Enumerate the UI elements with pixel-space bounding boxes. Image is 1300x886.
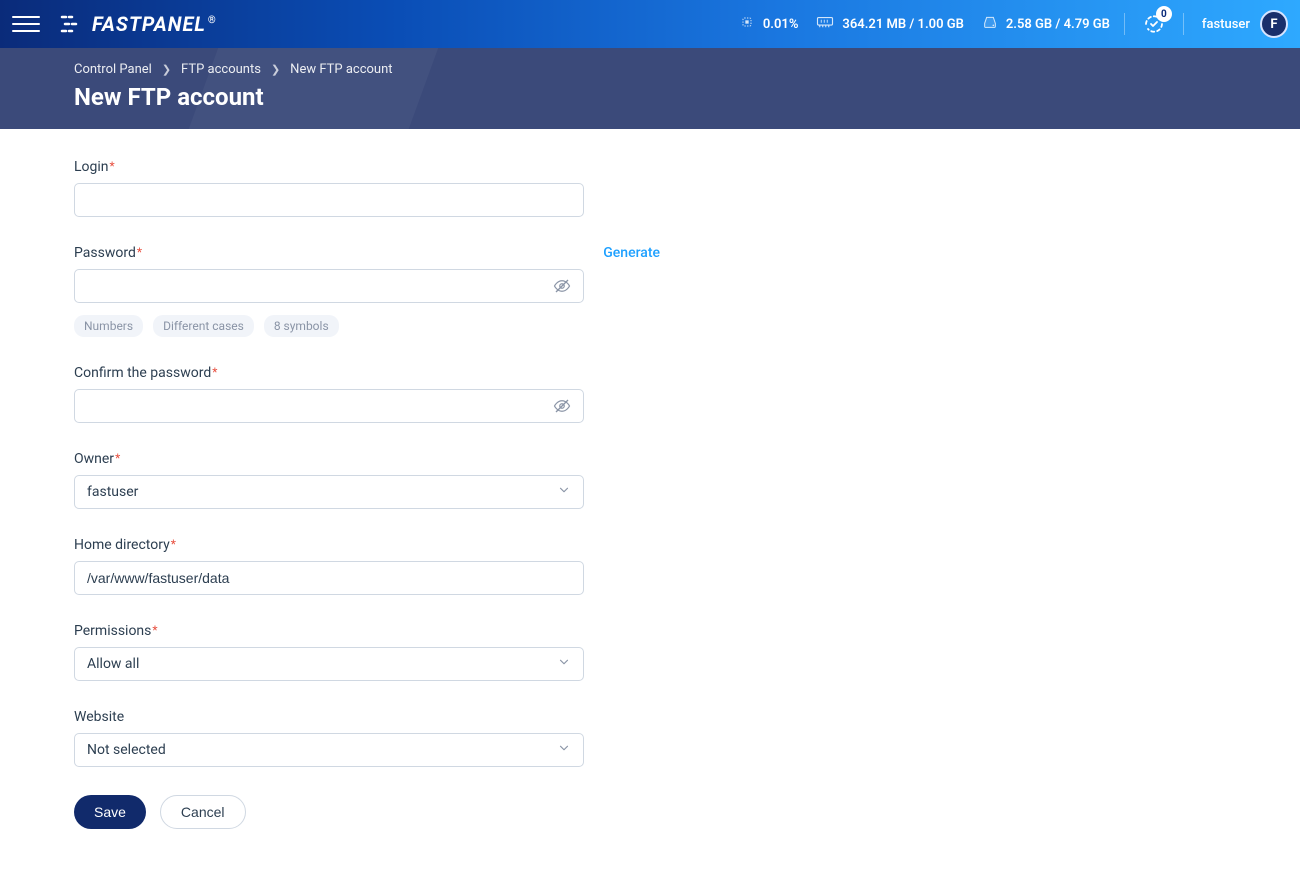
chip-cases: Different cases bbox=[153, 315, 254, 337]
toggle-password-visibility-icon[interactable] bbox=[553, 277, 571, 295]
user-menu[interactable]: fastuser F bbox=[1202, 10, 1288, 38]
chevron-down-icon bbox=[557, 741, 571, 759]
permissions-select[interactable]: Allow all bbox=[74, 647, 584, 681]
memory-value: 364.21 MB / 1.00 GB bbox=[842, 17, 963, 32]
disk-value: 2.58 GB / 4.79 GB bbox=[1006, 17, 1110, 32]
website-value: Not selected bbox=[87, 742, 557, 758]
logo-text: FASTPANEL® bbox=[92, 12, 217, 36]
logo[interactable]: FASTPANEL® bbox=[60, 12, 217, 36]
field-confirm-password: Confirm the password* bbox=[74, 365, 660, 423]
chevron-down-icon bbox=[557, 655, 571, 673]
permissions-label: Permissions* bbox=[74, 623, 158, 639]
permissions-value: Allow all bbox=[87, 656, 557, 672]
website-label: Website bbox=[74, 709, 124, 725]
form-actions: Save Cancel bbox=[74, 795, 660, 829]
confirm-password-label: Confirm the password* bbox=[74, 365, 217, 381]
disk-stat[interactable]: 2.58 GB / 4.79 GB bbox=[982, 14, 1110, 34]
chip-numbers: Numbers bbox=[74, 315, 143, 337]
form-container: Login* Password* Generate Numbers Differ… bbox=[0, 129, 660, 869]
home-directory-label: Home directory* bbox=[74, 537, 176, 553]
notifications-badge: 0 bbox=[1156, 6, 1172, 22]
logo-icon bbox=[60, 12, 84, 36]
owner-select[interactable]: fastuser bbox=[74, 475, 584, 509]
cancel-button[interactable]: Cancel bbox=[160, 795, 246, 829]
home-directory-input[interactable] bbox=[87, 562, 571, 594]
notifications-button[interactable]: 0 bbox=[1139, 9, 1169, 39]
field-permissions: Permissions* Allow all bbox=[74, 623, 660, 681]
menu-toggle-button[interactable] bbox=[12, 10, 40, 38]
breadcrumb: Control Panel ❯ FTP accounts ❯ New FTP a… bbox=[74, 62, 1300, 77]
field-owner: Owner* fastuser bbox=[74, 451, 660, 509]
topbar: FASTPANEL® 0.01% 364.21 MB / 1.00 GB bbox=[0, 0, 1300, 48]
website-select[interactable]: Not selected bbox=[74, 733, 584, 767]
save-button[interactable]: Save bbox=[74, 795, 146, 829]
owner-label: Owner* bbox=[74, 451, 120, 467]
cpu-icon bbox=[739, 14, 755, 34]
breadcrumb-control-panel[interactable]: Control Panel bbox=[74, 62, 152, 77]
generate-password-link[interactable]: Generate bbox=[603, 245, 660, 261]
separator bbox=[1124, 13, 1125, 35]
field-home-directory: Home directory* bbox=[74, 537, 660, 595]
password-input[interactable] bbox=[87, 270, 553, 302]
chevron-right-icon: ❯ bbox=[162, 63, 171, 76]
chip-symbols: 8 symbols bbox=[264, 315, 339, 337]
avatar: F bbox=[1260, 10, 1288, 38]
field-login: Login* bbox=[74, 159, 660, 217]
memory-icon bbox=[816, 14, 834, 34]
page-title: New FTP account bbox=[74, 83, 1300, 111]
chevron-right-icon: ❯ bbox=[271, 63, 280, 76]
login-input[interactable] bbox=[87, 184, 571, 216]
login-label: Login* bbox=[74, 159, 115, 175]
cpu-stat[interactable]: 0.01% bbox=[739, 14, 799, 34]
user-name: fastuser bbox=[1202, 17, 1250, 32]
page-header: Control Panel ❯ FTP accounts ❯ New FTP a… bbox=[0, 48, 1300, 129]
confirm-password-input[interactable] bbox=[87, 390, 553, 422]
password-label: Password* bbox=[74, 245, 142, 261]
field-password: Password* Generate Numbers Different cas… bbox=[74, 245, 660, 337]
separator bbox=[1183, 13, 1184, 35]
password-hints: Numbers Different cases 8 symbols bbox=[74, 315, 660, 337]
field-website: Website Not selected bbox=[74, 709, 660, 767]
memory-stat[interactable]: 364.21 MB / 1.00 GB bbox=[816, 14, 963, 34]
breadcrumb-current: New FTP account bbox=[290, 62, 392, 77]
toggle-confirm-visibility-icon[interactable] bbox=[553, 397, 571, 415]
cpu-value: 0.01% bbox=[763, 17, 799, 32]
chevron-down-icon bbox=[557, 483, 571, 501]
disk-icon bbox=[982, 14, 998, 34]
owner-value: fastuser bbox=[87, 484, 557, 500]
breadcrumb-ftp-accounts[interactable]: FTP accounts bbox=[181, 62, 261, 77]
